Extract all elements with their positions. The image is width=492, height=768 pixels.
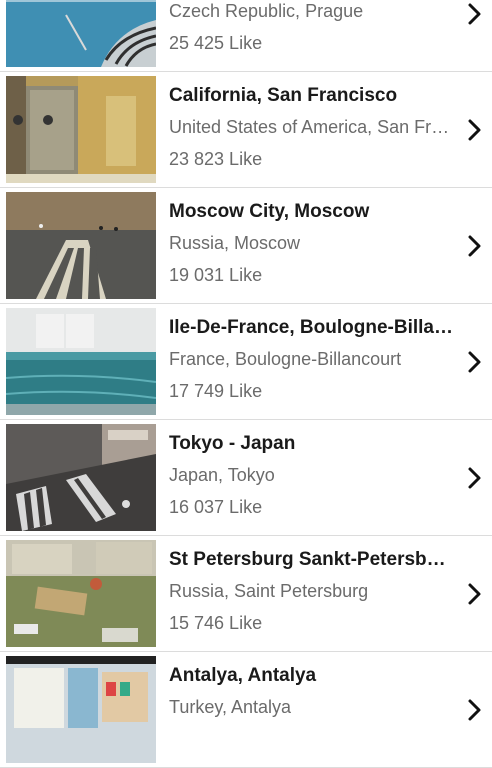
item-likes: 16 037 Like	[169, 497, 263, 517]
list-item[interactable]: Ile-De-France, Boulogne-Billancourt Fran…	[0, 304, 492, 420]
chevron-right-icon[interactable]	[464, 349, 484, 375]
item-location: Czech Republic, Prague	[169, 1, 364, 21]
chevron-right-icon[interactable]	[464, 697, 484, 723]
item-likes: 23 823 Like	[169, 149, 263, 169]
item-location: France, Boulogne-Billancourt	[169, 349, 402, 369]
webcam-thumbnail	[6, 76, 156, 183]
item-location: United States of America, San Francisco	[169, 117, 455, 137]
list-item[interactable]: Czech Republic, Prague 25 425 Like	[0, 0, 492, 72]
chevron-right-icon[interactable]	[464, 233, 484, 259]
list-item[interactable]: Antalya, Antalya Turkey, Antalya	[0, 652, 492, 768]
list-item[interactable]: California, San Francisco United States …	[0, 72, 492, 188]
item-location: Turkey, Antalya	[169, 697, 292, 717]
item-location: Russia, Moscow	[169, 233, 301, 253]
list-item[interactable]: Tokyo - Japan Japan, Tokyo 16 037 Like	[0, 420, 492, 536]
webcam-list: Czech Republic, Prague 25 425 Like Calif…	[0, 0, 492, 768]
item-title: Antalya, Antalya	[169, 665, 317, 686]
item-title: Ile-De-France, Boulogne-Billancourt	[169, 317, 455, 338]
webcam-thumbnail	[6, 424, 156, 531]
item-likes: 19 031 Like	[169, 265, 263, 285]
item-title: California, San Francisco	[169, 85, 398, 106]
list-item[interactable]: St Petersburg Sankt-Petersburg Russia, S…	[0, 536, 492, 652]
item-likes: 15 746 Like	[169, 613, 263, 633]
webcam-thumbnail	[6, 308, 156, 415]
item-location: Russia, Saint Petersburg	[169, 581, 369, 601]
chevron-right-icon[interactable]	[464, 581, 484, 607]
webcam-thumbnail	[6, 540, 156, 647]
item-likes: 25 425 Like	[169, 33, 263, 53]
webcam-thumbnail	[6, 656, 156, 763]
webcam-thumbnail	[6, 0, 156, 67]
item-location: Japan, Tokyo	[169, 465, 275, 485]
item-title: St Petersburg Sankt-Petersburg	[169, 549, 455, 570]
chevron-right-icon[interactable]	[464, 1, 484, 27]
item-likes: 17 749 Like	[169, 381, 263, 401]
list-item[interactable]: Moscow City, Moscow Russia, Moscow 19 03…	[0, 188, 492, 304]
item-title: Moscow City, Moscow	[169, 201, 370, 222]
webcam-thumbnail	[6, 192, 156, 299]
item-title: Tokyo - Japan	[169, 433, 296, 454]
chevron-right-icon[interactable]	[464, 117, 484, 143]
chevron-right-icon[interactable]	[464, 465, 484, 491]
